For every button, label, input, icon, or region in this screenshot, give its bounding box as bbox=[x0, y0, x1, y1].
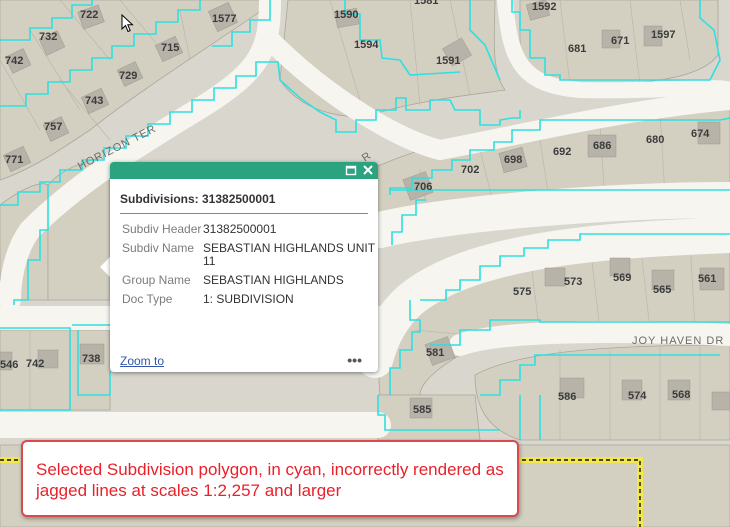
lot-number-label: 681 bbox=[568, 43, 586, 55]
feature-popup: Subdivisions: 31382500001 Subdiv Header … bbox=[110, 162, 378, 372]
attribute-row: Group Name SEBASTIAN HIGHLANDS bbox=[122, 274, 375, 293]
attribute-row: Subdiv Name SEBASTIAN HIGHLANDS UNIT 11 bbox=[122, 242, 375, 274]
lot-number-label: 686 bbox=[593, 140, 611, 152]
lot-number-label: 738 bbox=[82, 353, 100, 365]
popup-pointer bbox=[100, 257, 110, 277]
annotation-callout: Selected Subdivision polygon, in cyan, i… bbox=[21, 440, 519, 517]
lot-number-label: 702 bbox=[461, 164, 479, 176]
lot-number-label: 569 bbox=[613, 272, 631, 284]
lot-number-label: 680 bbox=[646, 134, 664, 146]
lot-number-label: 742 bbox=[5, 55, 23, 67]
attribute-name: Doc Type bbox=[122, 292, 173, 306]
popup-title: Subdivisions: 31382500001 bbox=[120, 192, 368, 214]
maximize-icon[interactable] bbox=[344, 163, 358, 177]
attribute-name: Subdiv Name bbox=[122, 241, 195, 255]
lot-number-label: 1591 bbox=[436, 55, 460, 67]
lot-number-label: 586 bbox=[558, 391, 576, 403]
lot-number-label: 1581 bbox=[414, 0, 438, 7]
lot-number-label: 573 bbox=[564, 276, 582, 288]
attribute-row: Subdiv Header 31382500001 bbox=[122, 223, 375, 242]
lot-number-label: 581 bbox=[426, 347, 444, 359]
lot-number-label: 1577 bbox=[212, 13, 236, 25]
lot-number-label: 771 bbox=[5, 154, 23, 166]
lot-number-label: 715 bbox=[161, 42, 179, 54]
lot-number-label: 722 bbox=[80, 9, 98, 21]
lot-number-label: 732 bbox=[39, 31, 57, 43]
lot-number-label: 742 bbox=[26, 358, 44, 370]
lot-number-label: 585 bbox=[413, 404, 431, 416]
lot-number-label: 561 bbox=[698, 273, 716, 285]
lot-number-label: 1592 bbox=[532, 1, 556, 13]
lot-number-label: 706 bbox=[414, 181, 432, 193]
lot-number-label: 546 bbox=[0, 359, 18, 371]
lot-number-label: 743 bbox=[85, 95, 103, 107]
mouse-pointer-icon bbox=[121, 14, 134, 33]
close-icon[interactable] bbox=[361, 163, 375, 177]
callout-text: Selected Subdivision polygon, in cyan, i… bbox=[36, 460, 504, 500]
attribute-value: 31382500001 bbox=[203, 222, 277, 236]
lot-number-label: 729 bbox=[119, 70, 137, 82]
more-actions-icon[interactable]: ••• bbox=[347, 352, 362, 368]
lot-number-label: 674 bbox=[691, 128, 710, 140]
lot-number-label: 574 bbox=[628, 390, 647, 402]
attribute-value: 1: SUBDIVISION bbox=[203, 292, 294, 306]
lot-number-label: 757 bbox=[44, 121, 62, 133]
attribute-table: Subdiv Header 31382500001 Subdiv Name SE… bbox=[122, 223, 375, 312]
attribute-row: Doc Type 1: SUBDIVISION bbox=[122, 293, 375, 312]
lot-number-label: 671 bbox=[611, 35, 629, 47]
lot-number-label: 1597 bbox=[651, 29, 675, 41]
lot-number-label: 568 bbox=[672, 389, 690, 401]
lot-number-label: 698 bbox=[504, 154, 522, 166]
lot-number-label: 565 bbox=[653, 284, 671, 296]
lot-number-label: 1594 bbox=[354, 39, 379, 51]
attribute-value: SEBASTIAN HIGHLANDS UNIT 11 bbox=[203, 241, 375, 268]
attribute-name: Subdiv Header bbox=[122, 222, 202, 236]
attribute-name: Group Name bbox=[122, 273, 191, 287]
lot-number-label: 1590 bbox=[334, 9, 358, 21]
lot-number-label: 692 bbox=[553, 146, 571, 158]
street-label-joy-haven-dr: JOY HAVEN DR bbox=[632, 335, 724, 347]
popup-header bbox=[110, 162, 378, 179]
zoom-to-link[interactable]: Zoom to bbox=[120, 354, 164, 368]
attribute-value: SEBASTIAN HIGHLANDS bbox=[203, 273, 344, 287]
lot-number-label: 575 bbox=[513, 286, 531, 298]
